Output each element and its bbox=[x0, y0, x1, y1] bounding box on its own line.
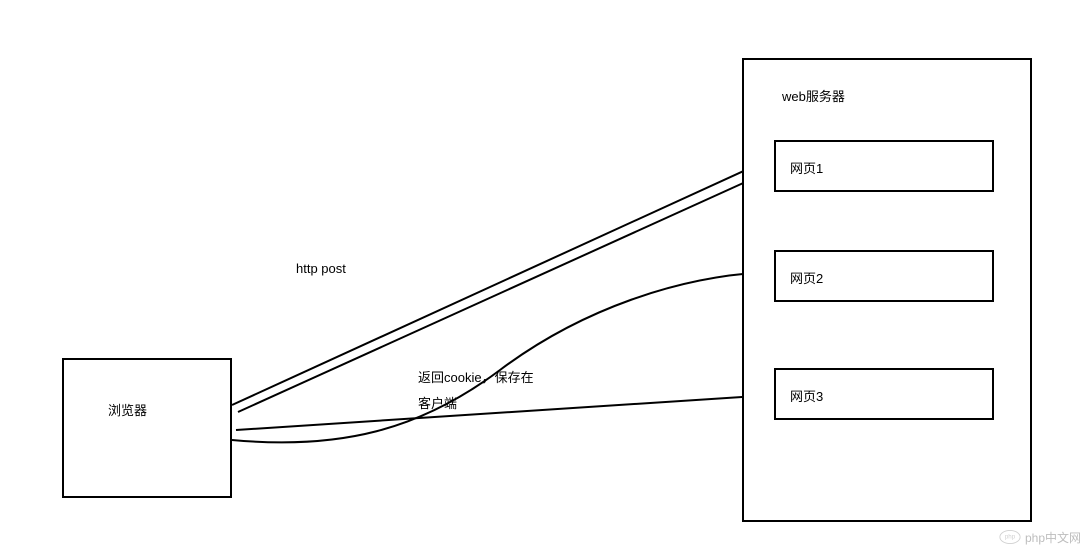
watermark: php php中文网 bbox=[999, 526, 1081, 548]
server-title: web服务器 bbox=[782, 86, 845, 105]
http-post-label: http post bbox=[296, 261, 346, 276]
browser-box: 浏览器 bbox=[62, 358, 232, 498]
svg-text:php: php bbox=[1005, 534, 1016, 541]
php-icon: php bbox=[999, 526, 1021, 548]
browser-label: 浏览器 bbox=[108, 400, 147, 419]
line-to-page2 bbox=[232, 272, 772, 442]
server-box: web服务器 网页1 网页2 网页3 bbox=[742, 58, 1032, 522]
page-3-box: 网页3 bbox=[774, 368, 994, 420]
page-1-label: 网页1 bbox=[790, 158, 823, 177]
watermark-text: php中文网 bbox=[1025, 529, 1081, 546]
page-2-box: 网页2 bbox=[774, 250, 994, 302]
page-3-label: 网页3 bbox=[790, 386, 823, 405]
line-to-page3 bbox=[236, 395, 772, 430]
page-2-label: 网页2 bbox=[790, 268, 823, 287]
page-1-box: 网页1 bbox=[774, 140, 994, 192]
cookie-label-line2: 客户端 bbox=[418, 393, 457, 412]
cookie-label-line1: 返回cookie，保存在 bbox=[418, 367, 534, 386]
